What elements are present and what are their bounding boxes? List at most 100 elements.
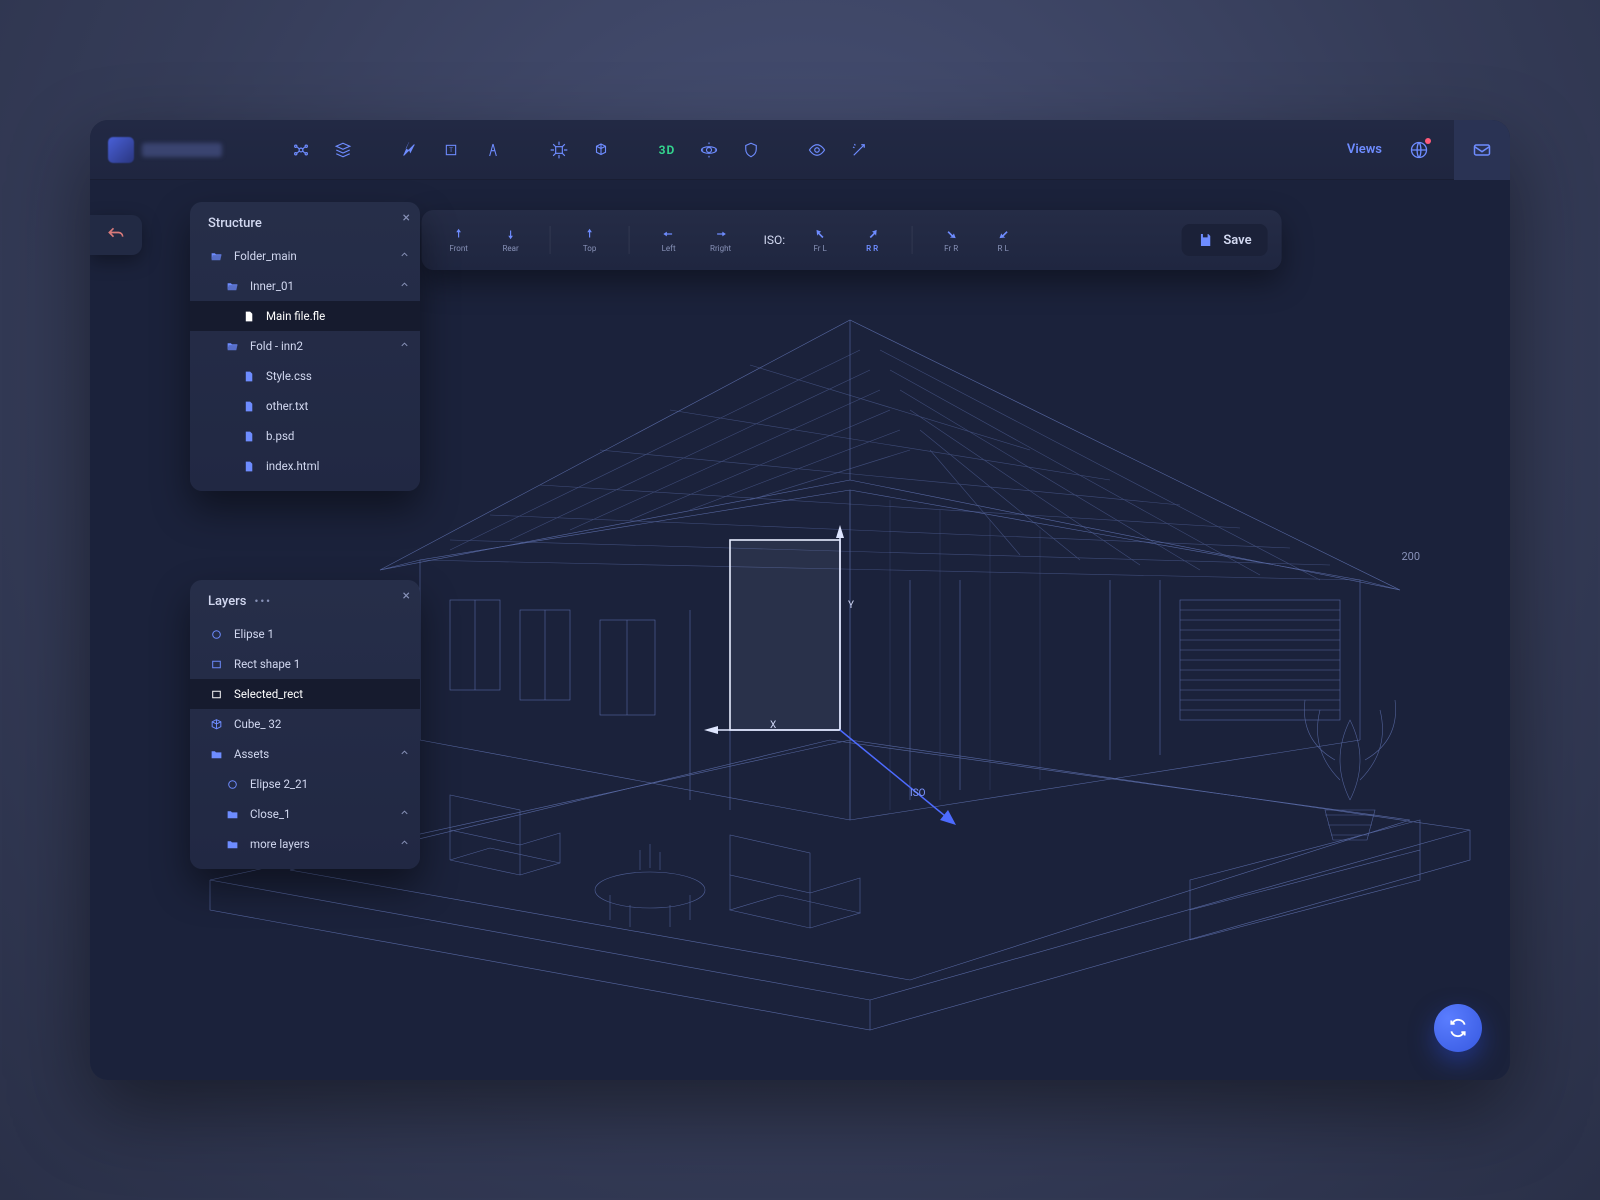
globe-icon[interactable] bbox=[1402, 133, 1436, 167]
row-label: Elipse 2_21 bbox=[250, 777, 308, 791]
axis-iso-label: ISO bbox=[910, 788, 926, 799]
chevron-up-icon bbox=[399, 249, 410, 263]
iso-front-left[interactable]: Fr L bbox=[797, 227, 843, 253]
row-label: b.psd bbox=[266, 429, 294, 443]
layer-row[interactable]: Cube_ 32 bbox=[190, 709, 420, 739]
layer-row[interactable]: Selected_rect bbox=[190, 679, 420, 709]
view-front[interactable]: Front bbox=[436, 227, 482, 253]
cube-icon bbox=[208, 718, 224, 731]
file-icon bbox=[240, 430, 256, 443]
row-label: Assets bbox=[234, 747, 269, 761]
ellipse-icon bbox=[224, 778, 240, 791]
sync-fab[interactable] bbox=[1434, 1004, 1482, 1052]
rotate-cube-icon[interactable] bbox=[584, 133, 618, 167]
transform-tool-icon[interactable] bbox=[542, 133, 576, 167]
folder-row[interactable]: Folder_main bbox=[190, 241, 420, 271]
stack-tool-icon[interactable] bbox=[326, 133, 360, 167]
separator bbox=[629, 226, 630, 254]
pointer-tool-icon[interactable] bbox=[392, 133, 426, 167]
file-row[interactable]: b.psd bbox=[190, 421, 420, 451]
close-icon[interactable]: × bbox=[403, 588, 410, 604]
chevron-up-icon bbox=[399, 837, 410, 851]
layers-title: Layers••• bbox=[190, 594, 420, 619]
folder-open-icon bbox=[208, 250, 224, 263]
folder-row[interactable]: Inner_01 bbox=[190, 271, 420, 301]
node-tool-icon[interactable] bbox=[284, 133, 318, 167]
axis-y-label: Y bbox=[848, 600, 854, 611]
row-label: Folder_main bbox=[234, 249, 297, 263]
tool-group-view bbox=[800, 133, 876, 167]
magic-tool-icon[interactable] bbox=[842, 133, 876, 167]
eye-tool-icon[interactable] bbox=[800, 133, 834, 167]
room-number-label: 200 bbox=[1401, 550, 1420, 563]
layer-row[interactable]: Assets bbox=[190, 739, 420, 769]
compass-tool-icon[interactable] bbox=[476, 133, 510, 167]
structure-title: Structure bbox=[190, 216, 420, 241]
separator bbox=[911, 226, 912, 254]
tool-group-nodes bbox=[284, 133, 360, 167]
row-label: index.html bbox=[266, 459, 319, 473]
file-row[interactable]: Main file.fle bbox=[190, 301, 420, 331]
tool-group-draw: T bbox=[392, 133, 510, 167]
views-link[interactable]: Views bbox=[1347, 142, 1382, 157]
structure-tree: Folder_main Inner_01 Main file.fle Fold - i… bbox=[190, 241, 420, 481]
shield-tool-icon[interactable] bbox=[734, 133, 768, 167]
layer-row[interactable]: more layers bbox=[190, 829, 420, 859]
folder-icon bbox=[224, 808, 240, 821]
3d-toggle[interactable]: 3D bbox=[650, 133, 684, 167]
close-icon[interactable]: × bbox=[403, 210, 410, 226]
file-row[interactable]: index.html bbox=[190, 451, 420, 481]
chevron-up-icon bbox=[399, 747, 410, 761]
iso-front-right[interactable]: Fr R bbox=[928, 227, 974, 253]
notification-dot-icon bbox=[1425, 138, 1431, 144]
row-label: Fold - inn2 bbox=[250, 339, 303, 353]
view-left[interactable]: Left bbox=[646, 227, 692, 253]
tool-group-3d: 3D bbox=[650, 133, 768, 167]
iso-rear-left[interactable]: R L bbox=[980, 227, 1026, 253]
app-logo-icon bbox=[108, 137, 134, 163]
rect-icon bbox=[208, 658, 224, 671]
row-label: more layers bbox=[250, 837, 310, 851]
row-label: other.txt bbox=[266, 399, 308, 413]
app-title bbox=[142, 143, 222, 157]
save-button[interactable]: Save bbox=[1181, 224, 1267, 256]
row-label: Main file.fle bbox=[266, 309, 325, 323]
iso-rear-right[interactable]: R R bbox=[849, 227, 895, 253]
file-row[interactable]: Style.css bbox=[190, 361, 420, 391]
file-icon bbox=[240, 370, 256, 383]
layer-row[interactable]: Rect shape 1 bbox=[190, 649, 420, 679]
svg-text:T: T bbox=[449, 147, 453, 154]
undo-button[interactable] bbox=[90, 215, 142, 255]
row-label: Cube_ 32 bbox=[234, 717, 281, 731]
artboard-tool-icon[interactable]: T bbox=[434, 133, 468, 167]
layer-row[interactable]: Close_1 bbox=[190, 799, 420, 829]
chevron-up-icon bbox=[399, 807, 410, 821]
more-icon[interactable]: ••• bbox=[254, 595, 272, 608]
file-row[interactable]: other.txt bbox=[190, 391, 420, 421]
row-label: Close_1 bbox=[250, 807, 291, 821]
layers-panel: × Layers••• Elipse 1 Rect shape 1Selected… bbox=[190, 580, 420, 869]
chevron-up-icon bbox=[399, 339, 410, 353]
app-window: T 3D Views bbox=[90, 120, 1510, 1080]
structure-panel: × Structure Folder_main Inner_01 Main file… bbox=[190, 202, 420, 491]
view-rear[interactable]: Rear bbox=[488, 227, 534, 253]
file-icon bbox=[240, 310, 256, 323]
file-icon bbox=[240, 400, 256, 413]
rect-icon bbox=[208, 688, 224, 701]
view-top[interactable]: Top bbox=[567, 227, 613, 253]
mail-button[interactable] bbox=[1454, 120, 1510, 180]
folder-row[interactable]: Fold - inn2 bbox=[190, 331, 420, 361]
separator bbox=[550, 226, 551, 254]
file-icon bbox=[240, 460, 256, 473]
layer-row[interactable]: Elipse 2_21 bbox=[190, 769, 420, 799]
view-right[interactable]: Rright bbox=[698, 227, 744, 253]
row-label: Inner_01 bbox=[250, 279, 294, 293]
layer-row[interactable]: Elipse 1 bbox=[190, 619, 420, 649]
viewport-3d[interactable]: Y X ISO 200 Front Rear Top Left Rright I… bbox=[90, 180, 1510, 1080]
orbit-tool-icon[interactable] bbox=[692, 133, 726, 167]
folder-open-icon bbox=[224, 280, 240, 293]
iso-label: ISO: bbox=[764, 233, 786, 247]
row-label: Elipse 1 bbox=[234, 627, 274, 641]
view-toolbar: Front Rear Top Left Rright ISO: Fr L R R… bbox=[422, 210, 1282, 270]
top-toolbar: T 3D Views bbox=[90, 120, 1510, 180]
